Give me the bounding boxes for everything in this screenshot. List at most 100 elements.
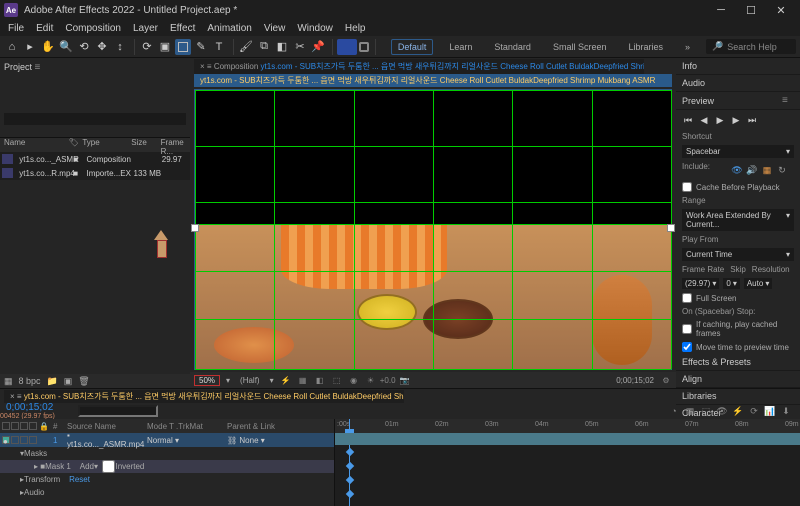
pen-tool[interactable]: ✎: [193, 39, 209, 55]
composition-breadcrumb[interactable]: yt1s.com - SUB치즈가득 두툼한 ... 읍면 먹방 새우튀김까지 …: [194, 74, 672, 87]
zoom-dropdown[interactable]: 50%: [194, 375, 220, 386]
mask-handle[interactable]: [667, 224, 675, 232]
prev-frame-button[interactable]: ◀: [698, 114, 710, 126]
roto-tool[interactable]: ✂: [292, 39, 308, 55]
workspace-libraries[interactable]: Libraries: [622, 40, 669, 54]
tl-icon[interactable]: ◔: [668, 405, 680, 417]
menu-animation[interactable]: Animation: [203, 23, 255, 34]
project-item[interactable]: yt1s.co..._ASMR ■ Composition 29.97: [0, 152, 190, 166]
col-size[interactable]: Size: [131, 138, 160, 152]
stroke-swatch[interactable]: [359, 42, 369, 52]
maximize-button[interactable]: ☐: [736, 1, 766, 19]
parent-dropdown[interactable]: None: [239, 436, 258, 445]
play-button[interactable]: ▶: [714, 114, 726, 126]
composition-tab[interactable]: × ≡ Composition yt1s.com - SUB치즈가득 두툼한 .…: [194, 59, 644, 74]
snapshot-icon[interactable]: 📷: [399, 374, 411, 386]
skip-dropdown[interactable]: 0▾: [723, 278, 739, 289]
mask-handle[interactable]: [191, 224, 199, 232]
if-caching-checkbox[interactable]: [682, 324, 692, 334]
workspace-learn[interactable]: Learn: [443, 40, 478, 54]
viewer-options-icon[interactable]: ⚙: [660, 374, 672, 386]
video-include-icon[interactable]: 👁: [731, 164, 743, 176]
timeline-search[interactable]: [78, 405, 158, 417]
menu-file[interactable]: File: [4, 23, 28, 34]
workspace-more[interactable]: »: [679, 40, 696, 54]
overlay-include-icon[interactable]: ▦: [761, 164, 773, 176]
next-frame-button[interactable]: ▶: [730, 114, 742, 126]
menu-composition[interactable]: Composition: [61, 23, 125, 34]
eraser-tool[interactable]: ◧: [274, 39, 290, 55]
current-time[interactable]: 0;00;15;02: [616, 376, 654, 385]
mask-toggle-icon[interactable]: ◧: [314, 374, 326, 386]
panel-preview[interactable]: Preview≡: [676, 92, 800, 110]
loop-icon[interactable]: ↻: [776, 164, 788, 176]
orbit-tool[interactable]: ⟲: [76, 39, 92, 55]
zoom-tool[interactable]: 🔍: [58, 39, 74, 55]
panel-align[interactable]: Align: [676, 371, 800, 388]
last-frame-button[interactable]: ⏭: [746, 114, 758, 126]
header-parent[interactable]: Parent & Link: [227, 422, 287, 431]
menu-layer[interactable]: Layer: [129, 23, 162, 34]
header-source[interactable]: Source Name: [67, 422, 147, 431]
masks-group[interactable]: ▾ Masks: [0, 447, 334, 460]
tl-icon[interactable]: ⬇: [780, 405, 792, 417]
keyframe[interactable]: [346, 476, 354, 484]
menu-help[interactable]: Help: [341, 23, 370, 34]
audio-include-icon[interactable]: 🔊: [746, 164, 758, 176]
selection-tool[interactable]: ▸: [22, 39, 38, 55]
range-dropdown[interactable]: Work Area Extended By Current...▾: [682, 209, 794, 231]
col-label[interactable]: 🏷: [69, 138, 83, 152]
workspace-standard[interactable]: Standard: [488, 40, 537, 54]
tl-icon[interactable]: 📊: [764, 405, 776, 417]
exposure-value[interactable]: +0.0: [382, 374, 394, 386]
col-type[interactable]: Type: [82, 138, 131, 152]
chevron-down-icon[interactable]: ▾: [226, 376, 230, 385]
new-folder-icon[interactable]: 📁: [47, 376, 58, 387]
channel-icon[interactable]: ◉: [348, 374, 360, 386]
hand-tool[interactable]: ✋: [40, 39, 56, 55]
layer-bar[interactable]: [335, 433, 800, 445]
mode-dropdown[interactable]: Normal: [147, 436, 173, 445]
play-from-dropdown[interactable]: Current Time▾: [682, 248, 794, 261]
mask-row[interactable]: ▸ ■ Mask 1 Add ▾ Inverted: [0, 460, 334, 473]
tl-icon[interactable]: 👁: [716, 405, 728, 417]
first-frame-button[interactable]: ⏮: [682, 114, 694, 126]
rotate-tool[interactable]: ⟳: [139, 39, 155, 55]
new-comp-icon[interactable]: ▣: [64, 376, 73, 387]
tl-icon[interactable]: ⚡: [732, 405, 744, 417]
panel-menu-icon[interactable]: ≡: [782, 95, 794, 106]
workspace-default[interactable]: Default: [391, 39, 434, 55]
full-screen-checkbox[interactable]: [682, 293, 692, 303]
panel-audio[interactable]: Audio: [676, 75, 800, 92]
type-tool[interactable]: T: [211, 39, 227, 55]
header-mode[interactable]: Mode T .TrkMat: [147, 422, 227, 431]
close-button[interactable]: ✕: [766, 1, 796, 19]
resolution-dropdown[interactable]: (Half): [236, 376, 264, 385]
keyframe[interactable]: [346, 448, 354, 456]
keyframe[interactable]: [346, 462, 354, 470]
reset-exposure-icon[interactable]: ☀: [365, 374, 377, 386]
panel-menu-icon[interactable]: ≡: [207, 62, 212, 71]
transparency-grid-icon[interactable]: ▦: [297, 374, 309, 386]
transform-group[interactable]: ▸ Transform Reset: [0, 473, 334, 486]
inverted-checkbox[interactable]: [102, 460, 115, 473]
region-icon[interactable]: ⬚: [331, 374, 343, 386]
fill-swatch[interactable]: [337, 39, 357, 55]
reset-button[interactable]: Reset: [69, 475, 90, 484]
dolly-tool[interactable]: ↕: [112, 39, 128, 55]
cache-before-checkbox[interactable]: [682, 182, 692, 192]
camera-tool[interactable]: ▣: [157, 39, 173, 55]
project-search[interactable]: [4, 113, 186, 125]
col-name[interactable]: Name: [0, 138, 69, 152]
keyframe[interactable]: [346, 490, 354, 498]
clone-tool[interactable]: ⧉: [256, 39, 272, 55]
search-help[interactable]: 🔎Search Help: [706, 39, 796, 54]
bpc-toggle[interactable]: 8 bpc: [19, 376, 41, 386]
trash-icon[interactable]: 🗑: [78, 376, 89, 387]
tl-icon[interactable]: ⟳: [748, 405, 760, 417]
timeline-tab[interactable]: × ≡ yt1s.com - SUB치즈가득 두툼한 ... 읍면 먹방 새우튀…: [4, 390, 404, 403]
home-tool[interactable]: ⌂: [4, 39, 20, 55]
minimize-button[interactable]: ─: [706, 1, 736, 19]
framerate-dropdown[interactable]: (29.97)▾: [682, 278, 719, 289]
resolution-dropdown[interactable]: Auto▾: [744, 278, 772, 289]
